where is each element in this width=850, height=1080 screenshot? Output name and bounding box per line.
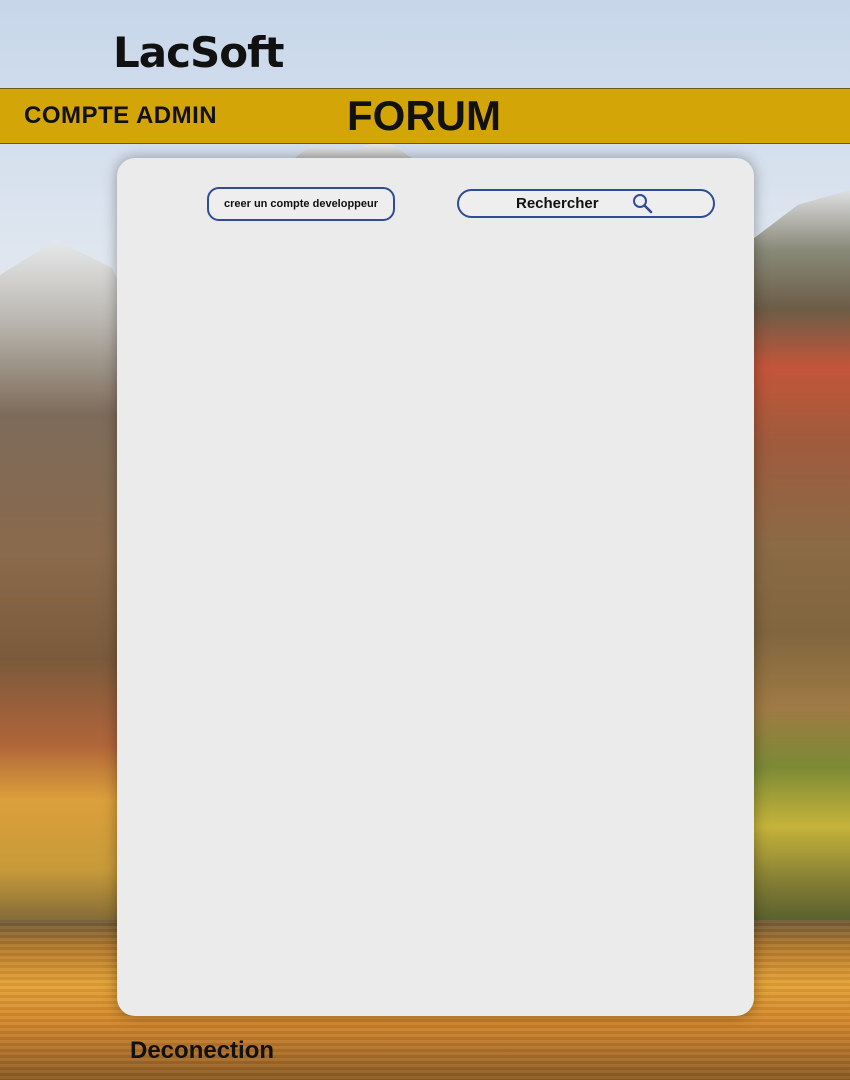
page-title: FORUM: [347, 92, 501, 139]
account-type-label: COMPTE ADMIN: [24, 102, 218, 129]
search-icon[interactable]: [632, 193, 654, 215]
search-field[interactable]: Rechercher: [457, 189, 715, 218]
forum-panel: creer un compte developpeur Rechercher: [117, 158, 754, 1016]
search-label: Rechercher: [516, 195, 599, 212]
logout-link[interactable]: Deconection: [130, 1037, 274, 1065]
app-logo: LacSoft: [113, 28, 284, 77]
create-developer-account-button[interactable]: creer un compte developpeur: [207, 187, 395, 221]
header-bar: COMPTE ADMIN FORUM: [0, 88, 850, 144]
